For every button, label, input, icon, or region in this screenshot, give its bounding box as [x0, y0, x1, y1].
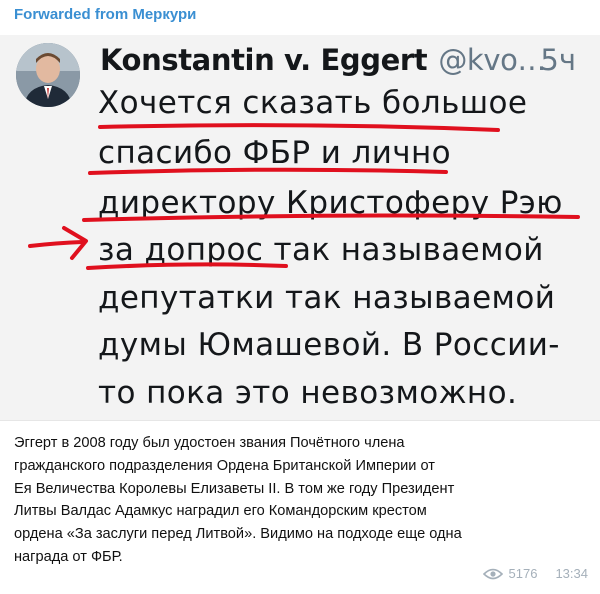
tweet-text-line: спасибо ФБР и лично [98, 135, 452, 171]
caption-line: Ея Величества Королевы Елизаветы II. В т… [14, 480, 455, 497]
tweet-text-line: то пока это невозможно. [98, 375, 518, 411]
message-bubble: Forwarded from Меркури Konstantin v. Egg… [0, 0, 600, 594]
caption-line: Литвы Валдас Адамкус наградил его Команд… [14, 503, 427, 520]
tweet-time: 5ч [540, 43, 576, 77]
tweet-text-line: директору Кристоферу Рэю [98, 185, 563, 221]
tweet-text-line: думы Юмашевой. В Росcии- [98, 327, 560, 363]
message-meta: 5176 13:34 [482, 566, 588, 581]
caption-line: гражданского подразделения Ордена Британ… [14, 457, 435, 474]
view-count: 5176 [508, 566, 538, 581]
author-avatar [16, 43, 80, 107]
author-handle: @kvo… [438, 43, 547, 77]
tweet-text-line: Хочется сказать большое [98, 85, 528, 121]
caption-line: Эггерт в 2008 году был удостоен звания П… [14, 435, 405, 451]
forwarded-from-link[interactable]: Forwarded from Меркури [14, 6, 196, 23]
tweet-text-line: за допрос так называемой [98, 232, 544, 268]
eye-icon [482, 568, 503, 580]
message-caption: Эггерт в 2008 году был удостоен звания П… [14, 432, 588, 569]
author-name: Konstantin v. Eggert [100, 43, 428, 77]
tweet-screenshot-image[interactable]: Konstantin v. Eggert @kvo… 5ч Хочется ск… [0, 35, 600, 421]
tweet-author-line: Konstantin v. Eggert @kvo… 5ч [100, 43, 590, 77]
caption-line: ордена «За заслуги перед Литвой». Видимо… [14, 526, 462, 543]
message-time: 13:34 [555, 566, 588, 581]
tweet-text-line: депутатки так называемой [98, 280, 556, 316]
